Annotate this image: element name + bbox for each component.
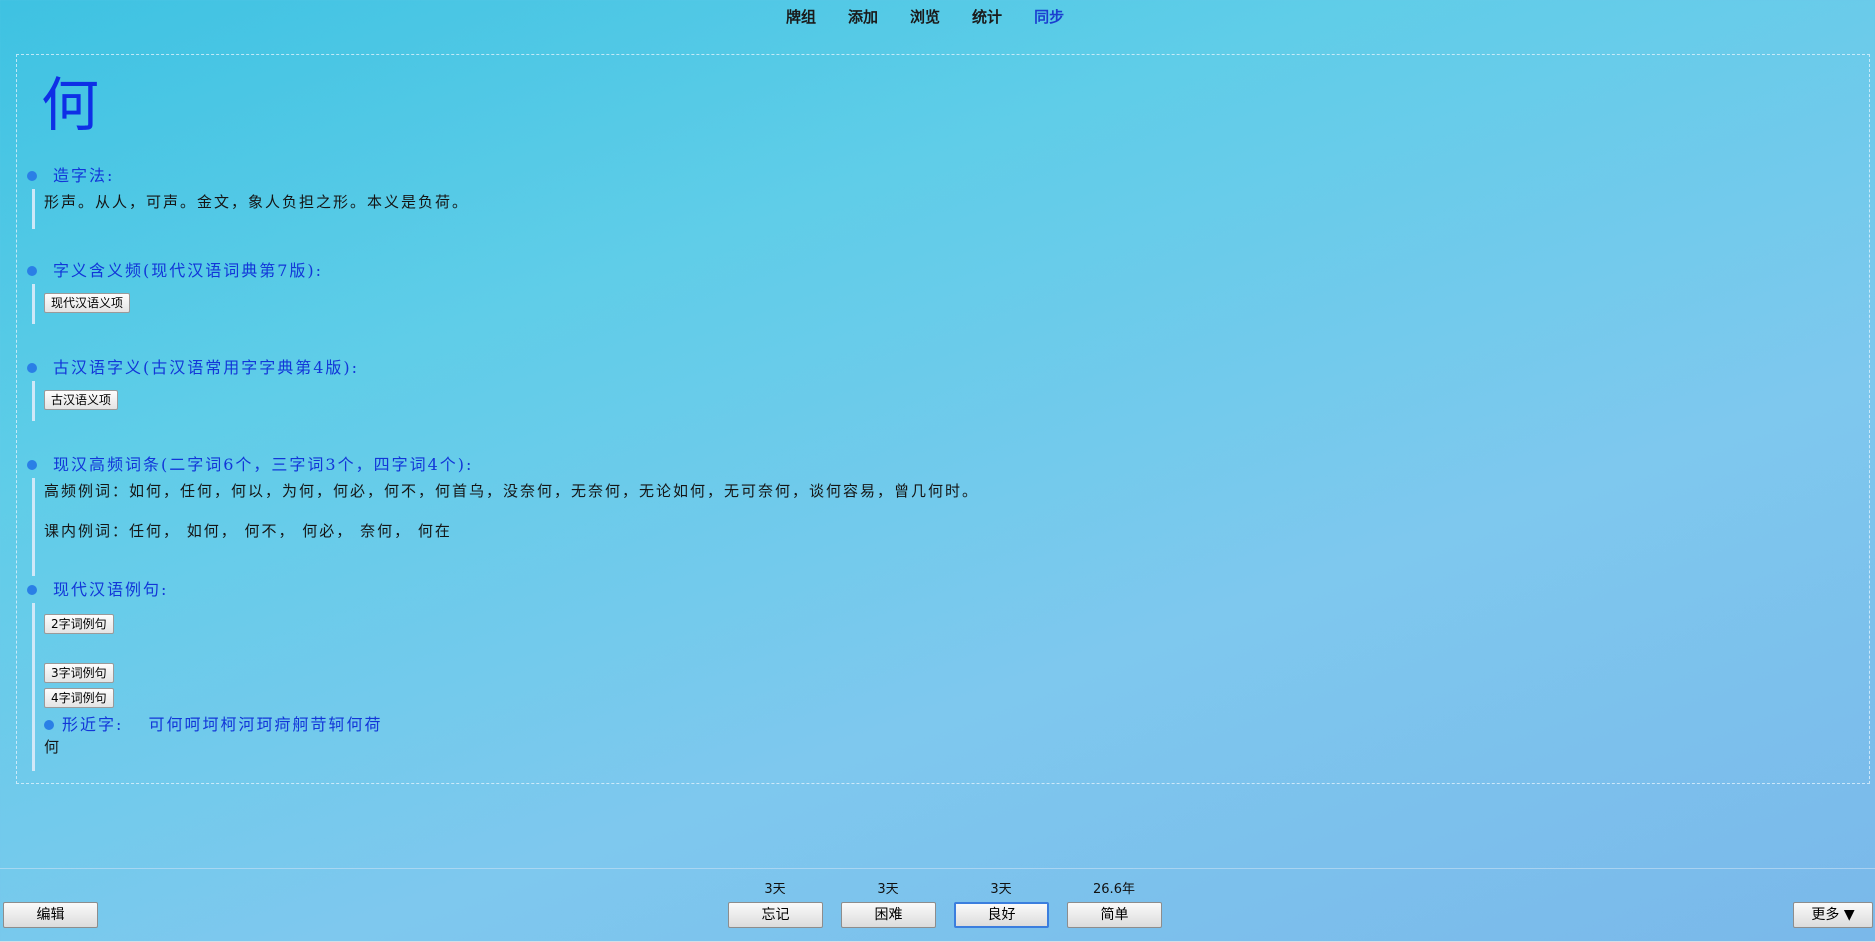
- section-example-sentences: 现代汉语例句: 2字词例句 3字词例句 4字词例句 形近字: 可何呵坷柯河珂疴舸…: [27, 579, 383, 771]
- high-frequency-words: 高频例词：如何，任何，何以，为何，何必，何不，何首乌，没奈何，无奈何，无论如何，…: [44, 482, 980, 500]
- answer-bar: 编辑 3天 3天 3天 26.6年 忘记 困难 良好 简单 更多 ▼: [0, 868, 1875, 942]
- nav-sync[interactable]: 同步: [1018, 0, 1080, 34]
- section-formation-body: 形声。从人，可声。金文，象人负担之形。本义是负荷。: [32, 189, 469, 229]
- section-frequent-words: 现汉高频词条(二字词6个，三字词3个，四字词4个): 高频例词：如何，任何，何以…: [27, 454, 979, 576]
- bullet-dot: [27, 585, 37, 595]
- section-formation: 造字法: 形声。从人，可声。金文，象人负担之形。本义是负荷。: [27, 165, 469, 229]
- hard-button[interactable]: 困难: [841, 902, 936, 928]
- section-examples-title: 现代汉语例句:: [53, 580, 169, 599]
- four-char-examples-button[interactable]: 4字词例句: [44, 688, 114, 708]
- similar-chars-heading: 形近字: 可何呵坷柯河珂疴舸苛轲何荷: [44, 714, 383, 736]
- edit-button[interactable]: 编辑: [3, 902, 98, 928]
- bullet-dot: [44, 720, 54, 730]
- more-button[interactable]: 更多 ▼: [1793, 902, 1873, 928]
- card-character: 何: [41, 71, 100, 139]
- again-button[interactable]: 忘记: [728, 902, 823, 928]
- good-button[interactable]: 良好: [954, 902, 1049, 928]
- section-ancient-title: 古汉语字义(古汉语常用字字典第4版):: [53, 358, 360, 377]
- section-modern-meanings: 字义含义频(现代汉语词典第7版): 现代汉语义项: [27, 260, 323, 324]
- similar-chars-body: 何: [44, 738, 62, 756]
- formation-text: 形声。从人，可声。金文，象人负担之形。本义是负荷。: [44, 193, 470, 211]
- interval-easy: 26.6年: [1093, 882, 1135, 897]
- in-class-words: 课内例词：任何， 如何， 何不， 何必， 奈何， 何在: [44, 522, 452, 540]
- nav-add[interactable]: 添加: [832, 0, 894, 34]
- section-ancient-body: 古汉语义项: [32, 381, 359, 421]
- nav-browse[interactable]: 浏览: [894, 0, 956, 34]
- modern-meanings-button[interactable]: 现代汉语义项: [44, 293, 131, 313]
- bullet-dot: [27, 171, 37, 181]
- section-frequent-title: 现汉高频词条(二字词6个，三字词3个，四字词4个):: [53, 455, 474, 474]
- section-modern-title: 字义含义频(现代汉语词典第7版):: [53, 261, 324, 280]
- interval-hard: 3天: [877, 882, 899, 897]
- ancient-meanings-button[interactable]: 古汉语义项: [44, 390, 119, 410]
- section-examples-body: 2字词例句 3字词例句 4字词例句 形近字: 可何呵坷柯河珂疴舸苛轲何荷 何: [32, 603, 383, 771]
- similar-chars-title: 形近字:: [62, 715, 124, 734]
- interval-good: 3天: [990, 882, 1012, 897]
- section-frequent-body: 高频例词：如何，任何，何以，为何，何必，何不，何首乌，没奈何，无奈何，无论如何，…: [32, 478, 979, 576]
- similar-chars-list: 可何呵坷柯河珂疴舸苛轲何荷: [148, 715, 383, 734]
- easy-button[interactable]: 简单: [1067, 902, 1162, 928]
- card-content: 何 造字法: 形声。从人，可声。金文，象人负担之形。本义是负荷。 字义含义频(现…: [16, 54, 1870, 784]
- two-char-examples-button[interactable]: 2字词例句: [44, 614, 114, 634]
- nav-stats[interactable]: 统计: [956, 0, 1018, 34]
- nav-decks[interactable]: 牌组: [770, 0, 832, 34]
- interval-again: 3天: [764, 882, 786, 897]
- bullet-dot: [27, 460, 37, 470]
- section-ancient-meanings: 古汉语字义(古汉语常用字字典第4版): 古汉语义项: [27, 357, 359, 421]
- bullet-dot: [27, 266, 37, 276]
- three-char-examples-button[interactable]: 3字词例句: [44, 663, 114, 683]
- bullet-dot: [27, 363, 37, 373]
- top-nav: 牌组 添加 浏览 统计 同步: [0, 0, 1875, 34]
- section-modern-body: 现代汉语义项: [32, 284, 323, 324]
- section-formation-title: 造字法:: [53, 166, 115, 185]
